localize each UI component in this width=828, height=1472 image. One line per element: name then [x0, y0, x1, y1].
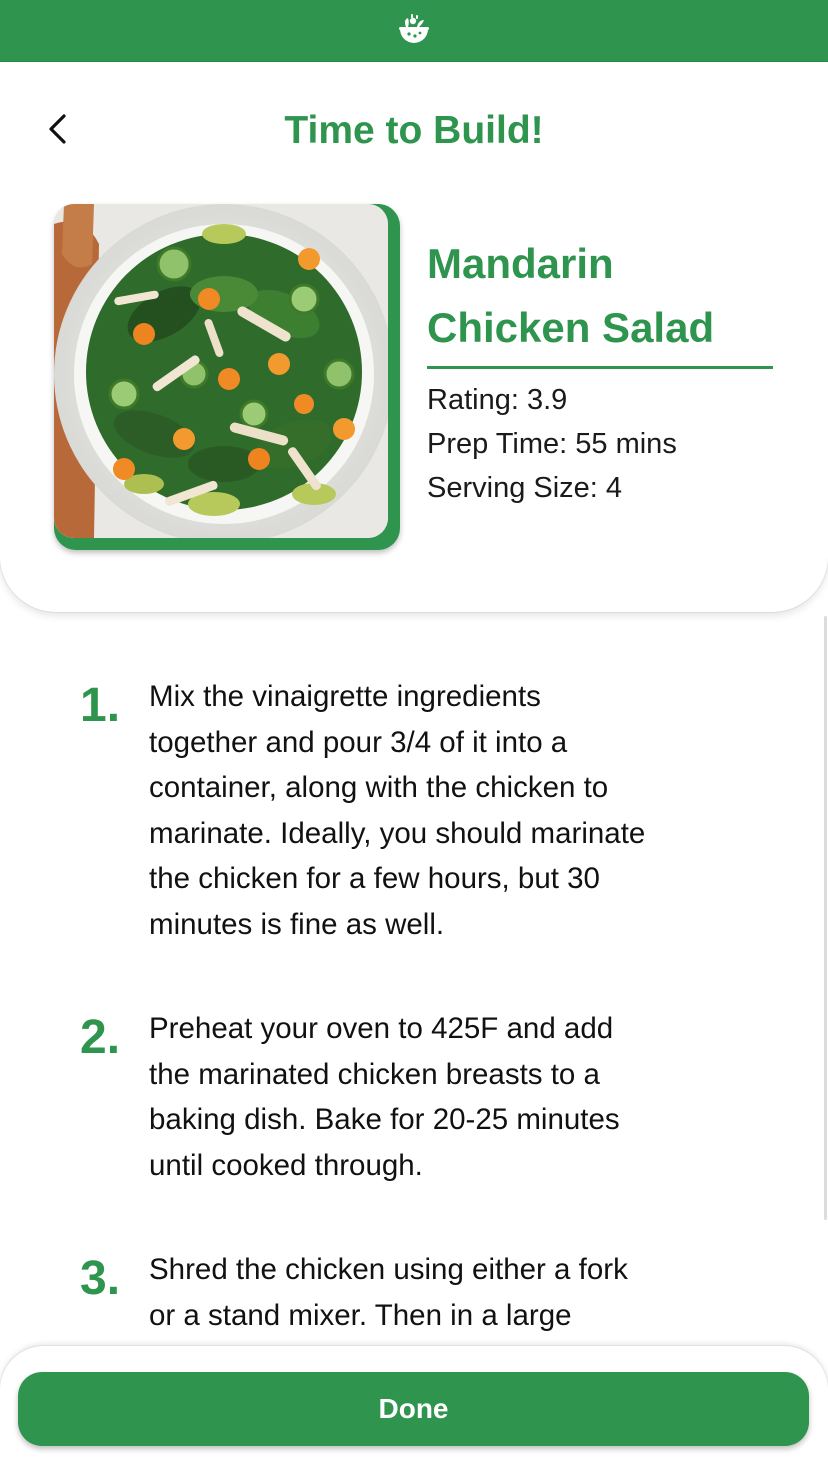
recipe-header-card: Time to Build! Mandarin Chicken Salad Ra… [0, 62, 828, 612]
recipe-title-line1: Mandarin [427, 240, 614, 287]
app-bar [0, 0, 828, 62]
step-line: or a stand mixer. Then in a large [149, 1298, 572, 1332]
step-line: marinate. Ideally, you should marinate [149, 816, 646, 850]
step-line: minutes is fine as well. [149, 907, 445, 941]
rating-text: Rating: 3.9 [427, 384, 568, 416]
bottom-panel: Done [0, 1346, 828, 1472]
serving-size-text: Serving Size: 4 [427, 472, 623, 504]
step-line: Preheat your oven to 425F and add [149, 1012, 614, 1045]
step-line: Mix the vinaigrette ingredients [149, 680, 541, 713]
step-number: 1. [80, 679, 121, 732]
step-line: container, along with the chicken to [149, 771, 609, 805]
page-title: Time to Build! [284, 109, 544, 152]
step-text: Mix the vinaigrette ingredients together… [149, 674, 749, 948]
step-text: Shred the chicken using either a fork or… [149, 1247, 749, 1338]
scrollbar[interactable] [824, 616, 827, 1220]
step-number: 3. [80, 1252, 121, 1305]
step-line: until cooked through. [149, 1148, 423, 1182]
step-text: Preheat your oven to 425F and add the ma… [149, 1006, 749, 1188]
salad-bowl-icon [397, 12, 431, 51]
step-line: the marinated chicken breasts to a [149, 1057, 600, 1091]
instructions-list[interactable]: 1. Mix the vinaigrette ingredients toget… [0, 612, 828, 1350]
step-line: together and pour 3/4 of it into a [149, 725, 568, 759]
recipe-image [54, 204, 388, 538]
step-line: baking dish. Bake for 20-25 minutes [149, 1103, 620, 1137]
step-number: 2. [80, 1011, 121, 1064]
recipe-title: Mandarin Chicken Salad [427, 232, 773, 369]
recipe-image-frame [54, 204, 400, 550]
done-button[interactable]: Done [18, 1372, 809, 1446]
step-line: the chicken for a few hours, but 30 [149, 862, 600, 896]
recipe-title-line2: Chicken Salad [427, 304, 715, 351]
prep-time-text: Prep Time: 55 mins [427, 428, 677, 460]
step-line: Shred the chicken using either a fork [149, 1253, 628, 1286]
recipe-meta: Rating: 3.9 Prep Time: 55 mins Serving S… [427, 378, 807, 510]
